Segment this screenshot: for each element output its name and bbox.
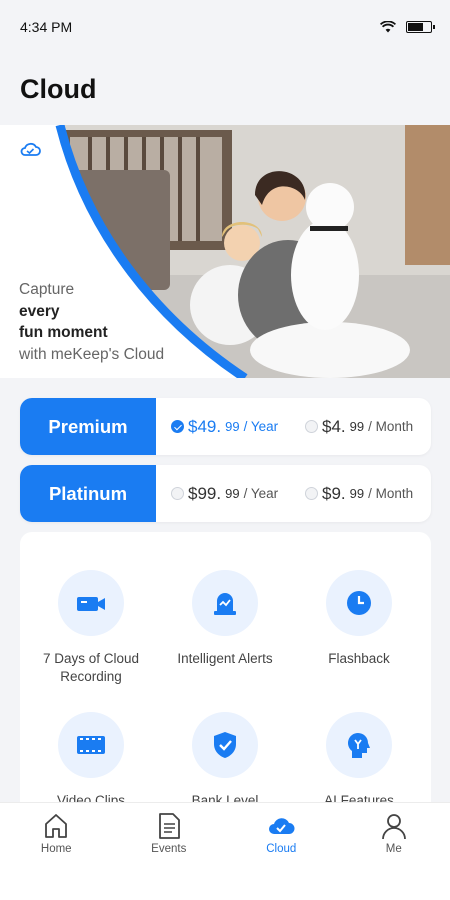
- plan-row-premium: Premium $49. 99 / Year $4. 99 / Month: [20, 398, 431, 455]
- tab-label: Me: [385, 843, 402, 855]
- radio-unchecked-icon[interactable]: [305, 487, 318, 500]
- film-icon: [77, 736, 105, 754]
- tab-label: Home: [40, 843, 72, 855]
- price-dollars: $99.: [188, 483, 222, 503]
- hero-text: Capture every fun moment with meKeep's C…: [19, 279, 164, 365]
- price-cents: 99: [349, 419, 365, 434]
- plan-name-premium[interactable]: Premium: [20, 398, 156, 455]
- price-dollars: $49.: [188, 416, 222, 436]
- feature-bank-level: Bank Level: [160, 712, 290, 810]
- price-dollars: $9.: [322, 483, 346, 503]
- cloud-icon: [269, 818, 295, 834]
- status-icons: [380, 21, 435, 33]
- hero-banner[interactable]: Capture every fun moment with meKeep's C…: [0, 125, 450, 378]
- feature-intelligent-alerts: Intelligent Alerts: [160, 570, 290, 668]
- premium-monthly-option[interactable]: $4. 99 / Month: [305, 417, 413, 437]
- price-unit: / Year: [243, 486, 279, 501]
- feature-flashback: Flashback: [294, 570, 424, 668]
- alert-icon: [214, 593, 236, 615]
- feature-video-clips: Video Clips: [26, 712, 156, 810]
- feature-icon-circle: [58, 570, 124, 636]
- price-unit: / Month: [368, 486, 414, 501]
- premium-yearly-option[interactable]: $49. 99 / Year: [171, 417, 278, 437]
- feature-icon-circle: [326, 712, 392, 778]
- tab-home[interactable]: Home: [0, 803, 113, 900]
- price-unit: / Month: [368, 419, 414, 434]
- price-unit: / Year: [243, 419, 279, 434]
- price-cents: 99: [225, 419, 240, 434]
- camera-icon: [77, 597, 105, 611]
- feature-icon-circle: [192, 712, 258, 778]
- feature-icon-circle: [192, 570, 258, 636]
- page-title: Cloud: [20, 74, 97, 104]
- wifi-icon: [380, 21, 396, 33]
- bottom-tab-bar: Home Events Cloud Me: [0, 802, 450, 900]
- features-card: 7 Days of Cloud Recording Intelligent Al…: [20, 532, 431, 832]
- feature-icon-circle: [58, 712, 124, 778]
- feature-icon-circle: [326, 570, 392, 636]
- price-dollars: $4.: [322, 416, 346, 436]
- shield-icon: [214, 732, 236, 758]
- price-cents: 99: [225, 486, 240, 501]
- hero-line-3: fun moment: [19, 324, 108, 341]
- tab-label: Cloud: [266, 843, 297, 855]
- tab-events[interactable]: Events: [113, 803, 226, 900]
- radio-unchecked-icon[interactable]: [305, 420, 318, 433]
- hero-line-2: every: [19, 302, 60, 320]
- document-icon: [158, 813, 180, 839]
- clock-icon: [347, 591, 371, 615]
- plan-row-platinum: Platinum $99. 99 / Year $9. 99 / Month: [20, 465, 431, 522]
- tab-cloud[interactable]: Cloud: [225, 803, 338, 900]
- feature-label: Flashback: [328, 651, 390, 666]
- feature-ai: AI Features: [294, 712, 424, 810]
- home-icon: [45, 814, 68, 838]
- plan-name-platinum[interactable]: Platinum: [20, 465, 156, 522]
- hero-line-1: Capture: [19, 281, 75, 298]
- tab-me[interactable]: Me: [338, 803, 450, 900]
- tab-label: Events: [151, 843, 187, 855]
- price-cents: 99: [349, 486, 365, 501]
- feature-label: 7 Days of Cloud Recording: [42, 651, 140, 684]
- ai-head-icon: [348, 733, 370, 758]
- feature-label: Intelligent Alerts: [177, 651, 273, 666]
- battery-icon: [406, 21, 435, 33]
- user-icon: [381, 814, 406, 840]
- status-time: 4:34 PM: [20, 19, 73, 35]
- hero-line-4: with meKeep's Cloud: [19, 345, 165, 363]
- platinum-monthly-option[interactable]: $9. 99 / Month: [305, 484, 413, 504]
- radio-checked-icon[interactable]: [171, 420, 184, 433]
- cloud-icon: [20, 142, 41, 156]
- feature-cloud-recording: 7 Days of Cloud Recording: [26, 570, 156, 686]
- status-bar: 4:34 PM: [0, 0, 450, 54]
- platinum-yearly-option[interactable]: $99. 99 / Year: [171, 484, 278, 504]
- radio-unchecked-icon[interactable]: [171, 487, 184, 500]
